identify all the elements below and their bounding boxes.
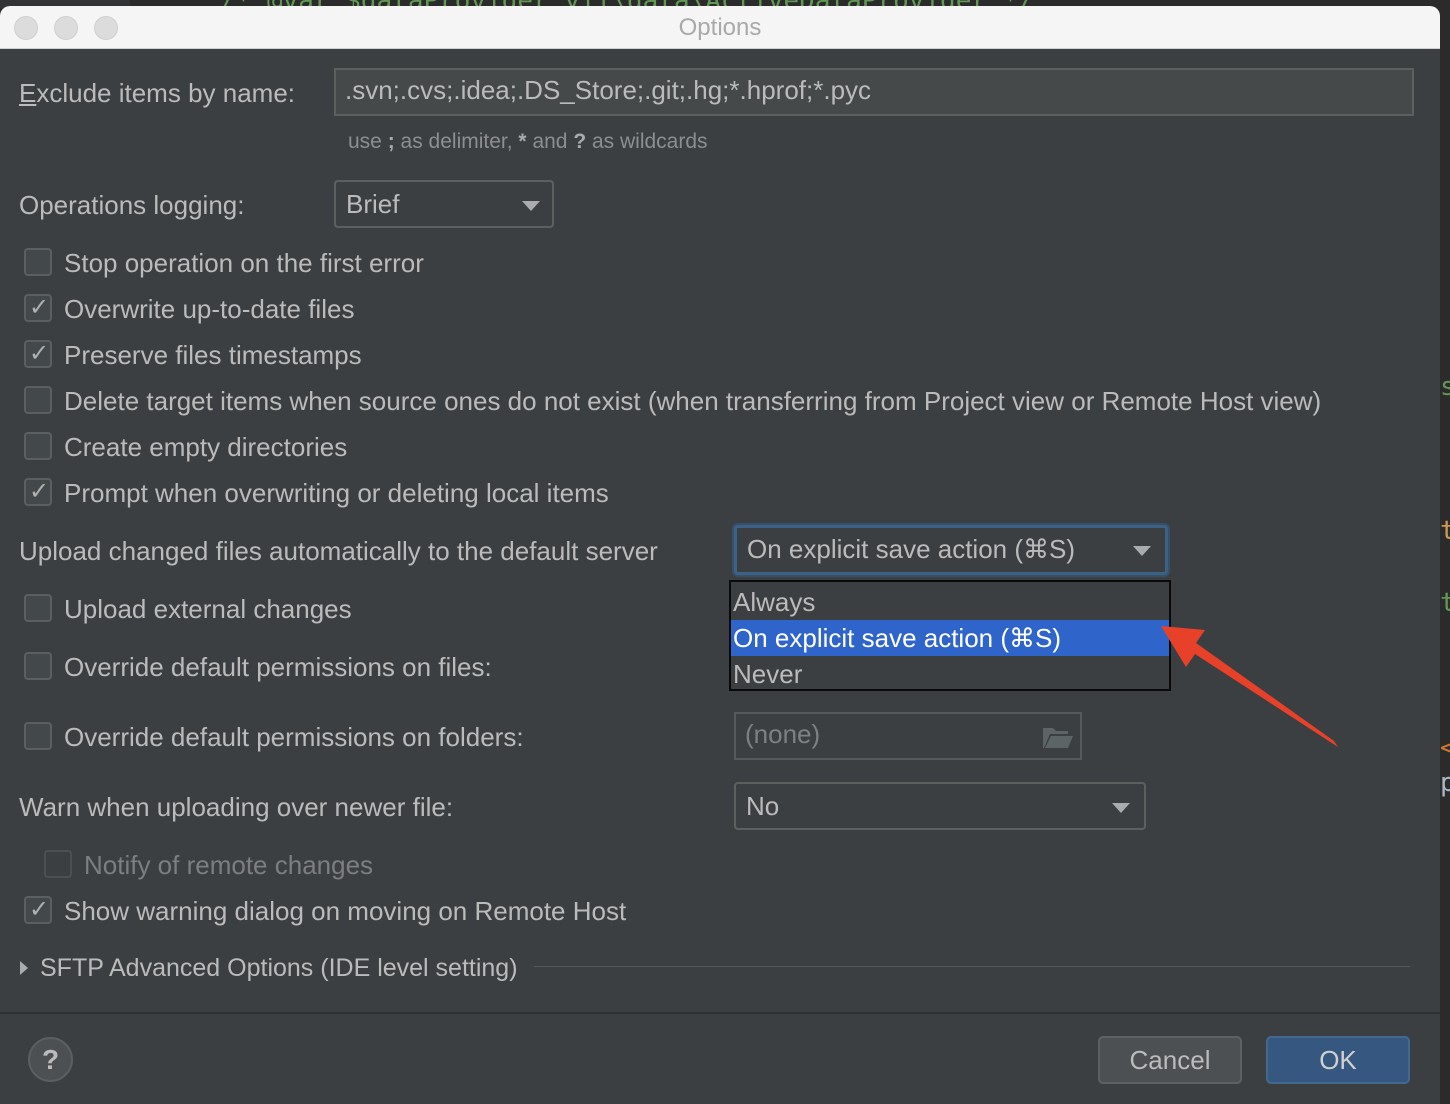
ide-edge-char: t <box>1440 516 1450 546</box>
checkmark-icon: ✓ <box>29 293 50 321</box>
exclude-label-mnemonic: E <box>19 78 37 108</box>
checkbox-label: Overwrite up-to-date files <box>64 294 355 324</box>
ide-line-stripe <box>1440 0 1450 60</box>
ide-edge-char: p <box>1440 768 1450 798</box>
section-separator <box>534 966 1410 967</box>
checkbox-label: Delete target items when source ones do … <box>64 386 1322 416</box>
hint-question: ? <box>573 130 587 153</box>
checkbox-show-warning[interactable]: ✓ <box>24 895 52 924</box>
folder-permissions-field[interactable]: (none) <box>734 712 1082 760</box>
chevron-down-icon <box>1112 803 1130 813</box>
hint-text: as delimiter, <box>394 130 519 153</box>
dropdown-option-always[interactable]: Always <box>731 584 1169 620</box>
checkbox-label: Create empty directories <box>64 432 348 462</box>
checkbox-override-perm-folders[interactable] <box>24 722 52 750</box>
folder-permissions-value: (none) <box>745 719 821 749</box>
upload-select[interactable]: On explicit save action (⌘S) <box>734 525 1168 575</box>
checkbox-overwrite-up-to-date[interactable]: ✓ <box>24 293 52 322</box>
annotation-arrow-shape <box>1161 626 1338 747</box>
dropdown-option-never[interactable]: Never <box>731 656 1169 692</box>
checkbox-prompt-overwriting[interactable]: ✓ <box>24 477 52 506</box>
checkmark-icon: ✓ <box>29 339 50 367</box>
checkbox-label: Preserve files timestamps <box>64 340 362 370</box>
checkbox-delete-target-items[interactable] <box>24 386 52 414</box>
checkbox-stop-on-error[interactable] <box>24 248 52 276</box>
checkbox-label: Prompt when overwriting or deleting loca… <box>64 478 609 508</box>
upload-dropdown-list: Always On explicit save action (⌘S) Neve… <box>729 580 1171 691</box>
sftp-advanced-toggle[interactable]: SFTP Advanced Options (IDE level setting… <box>40 954 518 983</box>
warn-select[interactable]: No <box>734 782 1146 830</box>
ide-edge-char: t <box>1440 588 1450 618</box>
hint-text: use <box>348 130 388 153</box>
help-button[interactable]: ? <box>28 1037 73 1082</box>
folder-open-icon[interactable] <box>1042 725 1074 749</box>
footer-divider <box>0 1012 1440 1014</box>
checkbox-label: Override default permissions on folders: <box>64 722 524 752</box>
logging-select[interactable]: Brief <box>334 180 554 228</box>
chevron-down-icon <box>522 201 540 211</box>
upload-label: Upload changed files automatically to th… <box>19 536 658 566</box>
logging-select-value: Brief <box>346 189 400 219</box>
expand-triangle-icon[interactable] <box>20 961 28 975</box>
checkbox-preserve-timestamps[interactable]: ✓ <box>24 339 52 368</box>
checkbox-notify-remote[interactable] <box>44 850 72 878</box>
warn-select-value: No <box>746 791 780 821</box>
checkbox-label: Show warning dialog on moving on Remote … <box>64 896 627 926</box>
exclude-hint: use ; as delimiter, * and ? as wildcards <box>348 130 708 154</box>
exclude-label-text: xclude items by name: <box>36 78 296 108</box>
hint-text: and <box>526 130 574 153</box>
checkbox-create-empty-dirs[interactable] <box>24 432 52 460</box>
checkbox-label: Notify of remote changes <box>84 850 374 880</box>
chevron-down-icon <box>1133 546 1151 556</box>
hint-text: as wildcards <box>586 130 708 153</box>
checkbox-label: Upload external changes <box>64 594 352 624</box>
window-title: Options <box>678 14 762 41</box>
ok-button[interactable]: OK <box>1266 1036 1410 1084</box>
checkbox-override-perm-files[interactable] <box>24 652 52 680</box>
cancel-button[interactable]: Cancel <box>1098 1036 1242 1084</box>
dropdown-option-explicit-save[interactable]: On explicit save action (⌘S) <box>731 620 1169 656</box>
checkmark-icon: ✓ <box>29 477 50 505</box>
title-bar: Options <box>0 6 1440 49</box>
warn-label: Warn when uploading over newer file: <box>19 792 454 822</box>
upload-select-value: On explicit save action (⌘S) <box>747 534 1076 564</box>
exclude-label: Exclude items by name: <box>19 78 295 109</box>
hint-star: * <box>518 130 527 153</box>
options-dialog: Options Exclude items by name: .svn;.cvs… <box>0 6 1440 1104</box>
checkbox-label: Override default permissions on files: <box>64 652 492 682</box>
checkbox-upload-external[interactable] <box>24 594 52 622</box>
exclude-input[interactable]: .svn;.cvs;.idea;.DS_Store;.git;.hg;*.hpr… <box>334 68 1414 116</box>
hint-semicolon: ; <box>387 130 395 153</box>
ide-edge-char: < <box>1440 733 1450 763</box>
logging-label: Operations logging: <box>19 190 245 220</box>
checkbox-label: Stop operation on the first error <box>64 248 424 278</box>
ide-edge-char: s <box>1440 372 1450 402</box>
checkmark-icon: ✓ <box>29 895 50 923</box>
